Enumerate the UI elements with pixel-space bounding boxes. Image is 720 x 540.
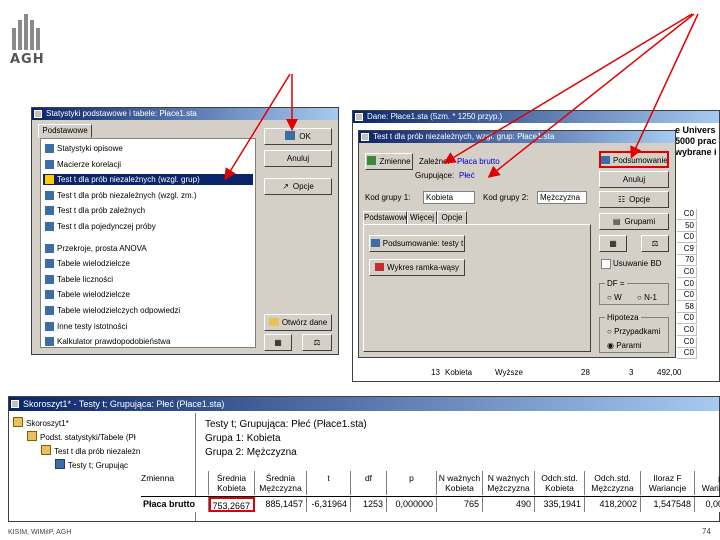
- arrow-to-grouping: [487, 13, 695, 178]
- annotation-arrows: [224, 13, 699, 181]
- page-number: 74: [702, 527, 711, 536]
- arrow-to-test-t: [224, 73, 291, 181]
- footer-left: KISIM, WIMiIP, AGH: [8, 529, 72, 536]
- arrow-to-summary: [630, 13, 699, 159]
- arrow-to-dependent: [443, 13, 693, 164]
